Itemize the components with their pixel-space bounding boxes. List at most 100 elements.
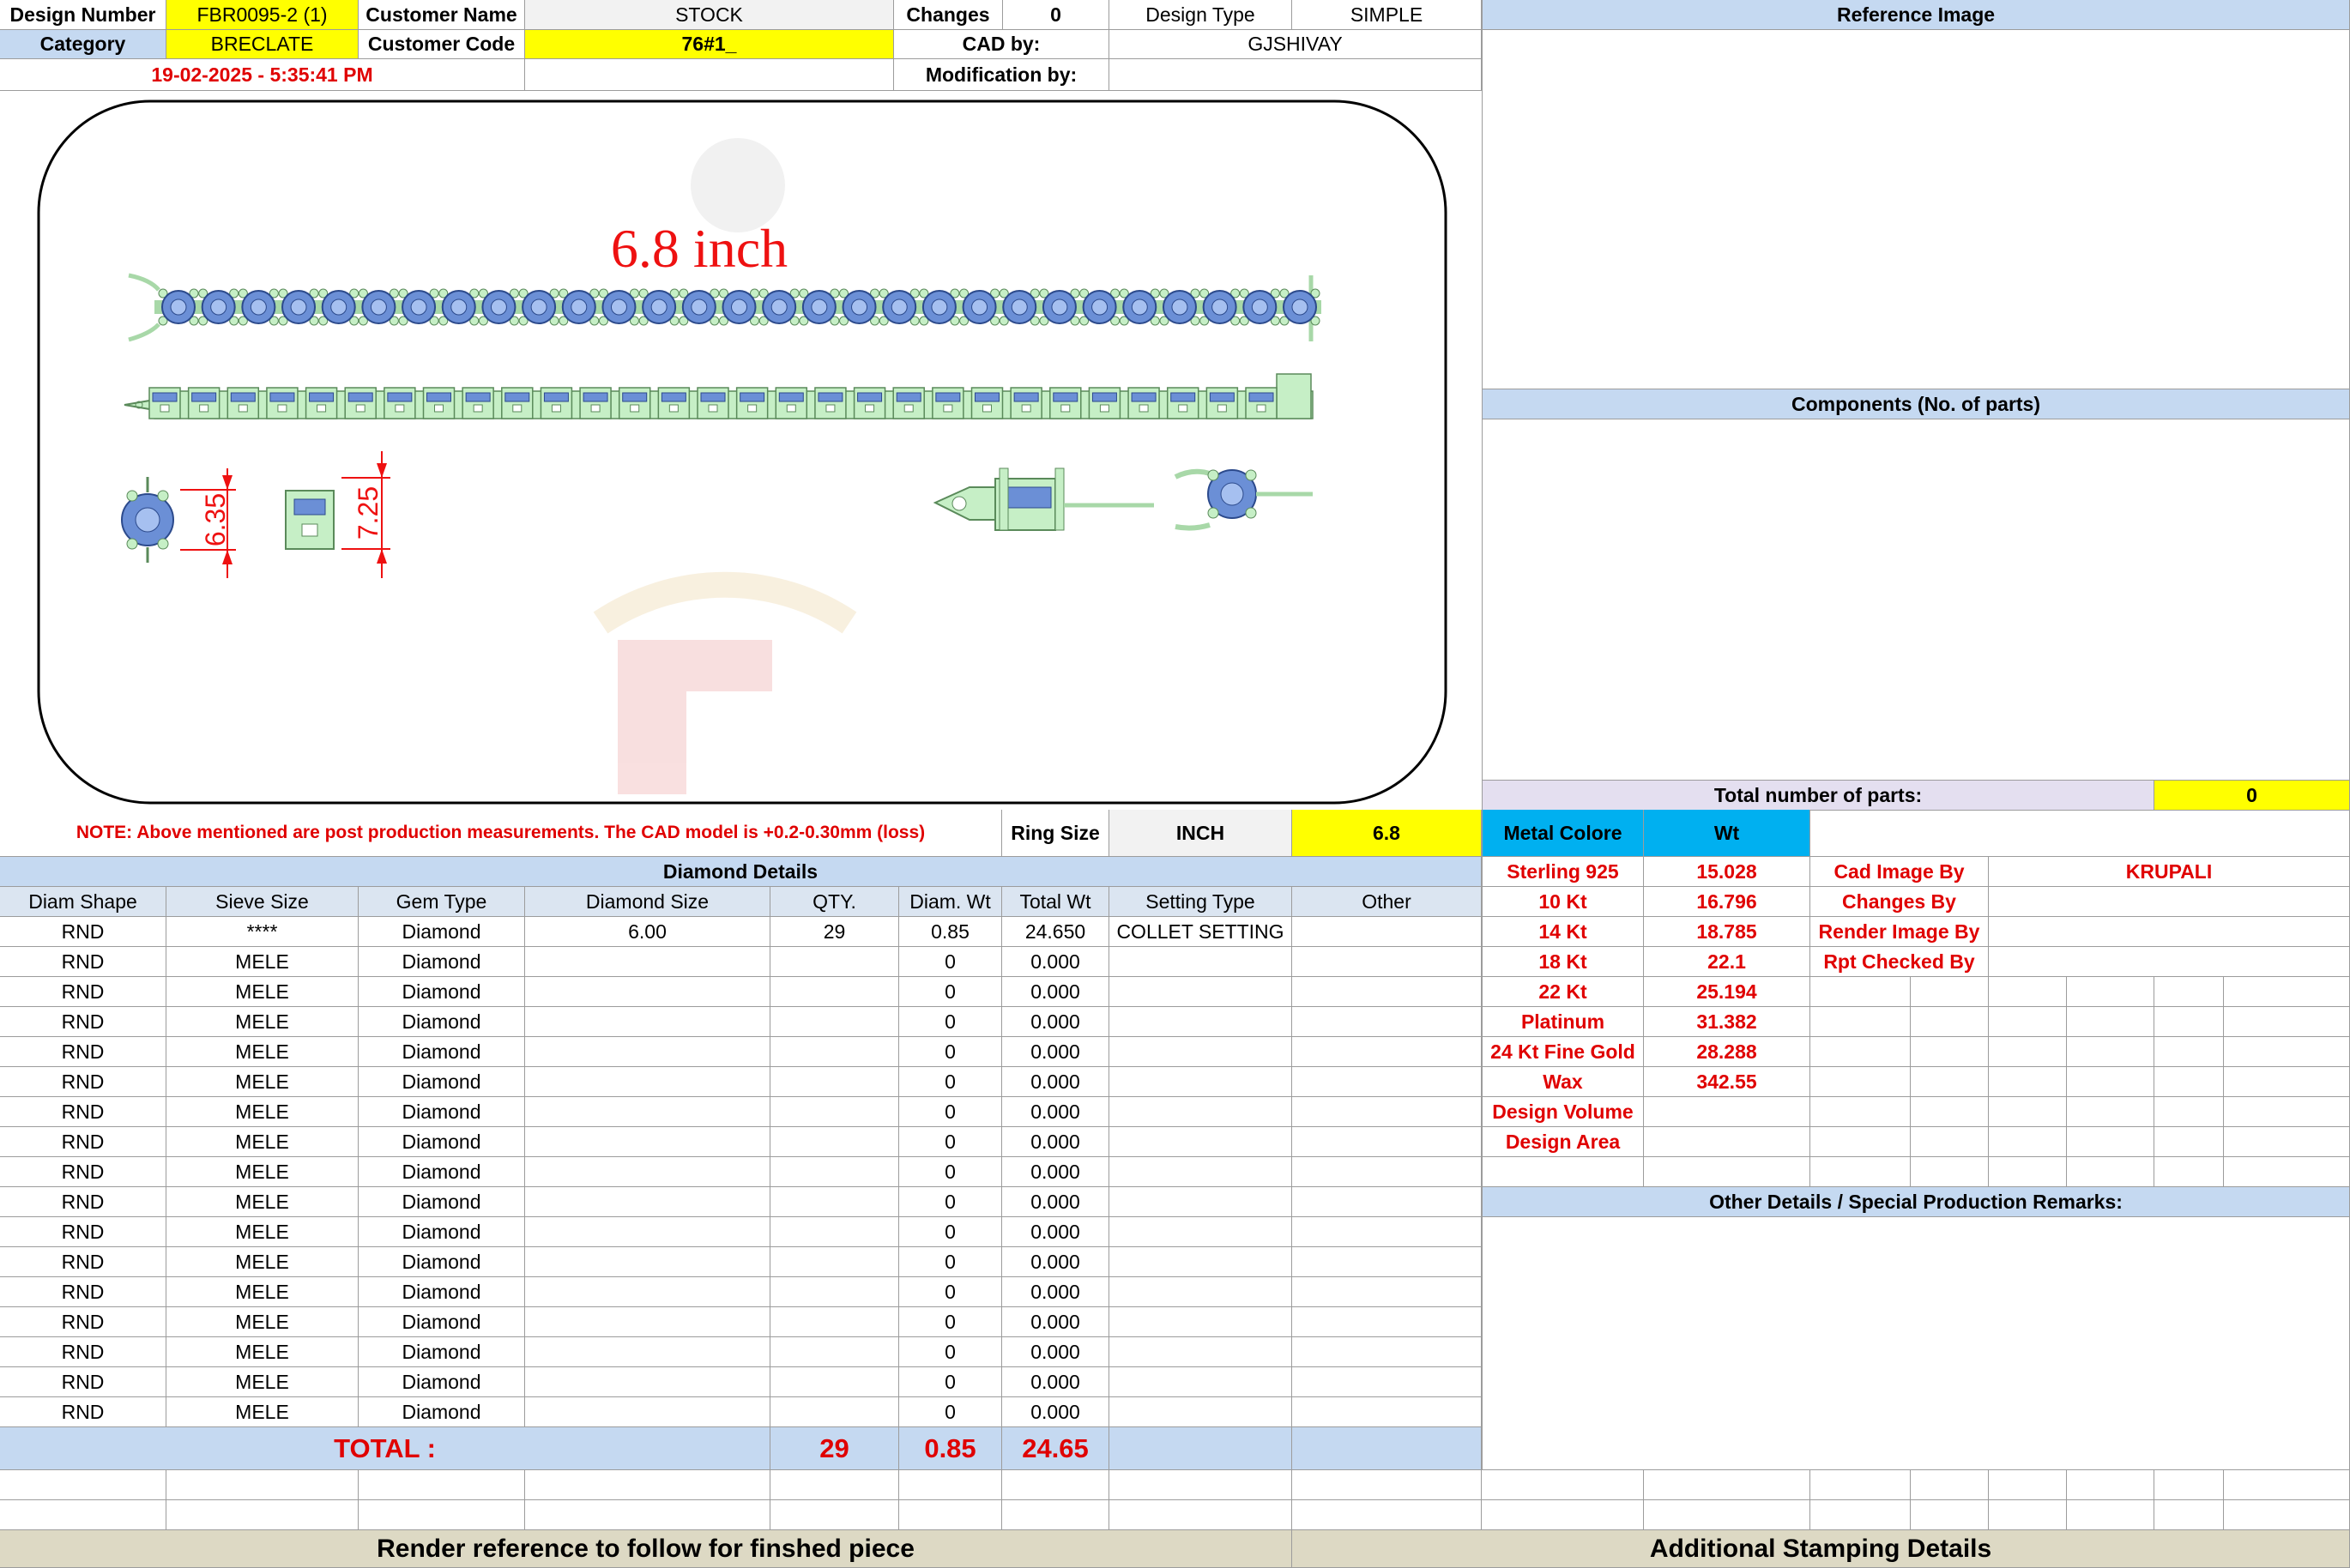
grid-cell[interactable] bbox=[2154, 977, 2224, 1007]
diamond-row-4-sieve-size[interactable]: MELE bbox=[166, 1007, 359, 1037]
diamond-row-6-setting-type[interactable] bbox=[1109, 1067, 1292, 1097]
diamond-row-3-diam-wt[interactable]: 0 bbox=[899, 977, 1002, 1007]
diamond-row-4-total-wt[interactable]: 0.000 bbox=[1002, 1007, 1109, 1037]
modification-by-value[interactable] bbox=[1109, 59, 1482, 91]
diamond-row-3-sieve-size[interactable]: MELE bbox=[166, 977, 359, 1007]
diamond-row-6-total-wt[interactable]: 0.000 bbox=[1002, 1067, 1109, 1097]
diamond-row-11-diam-wt[interactable]: 0 bbox=[899, 1217, 1002, 1247]
diamond-row-17-total-wt[interactable]: 0.000 bbox=[1002, 1397, 1109, 1427]
grid-cell[interactable] bbox=[1989, 1127, 2067, 1157]
cad-by-value[interactable]: GJSHIVAY bbox=[1109, 30, 1482, 59]
diamond-row-2-diam-wt[interactable]: 0 bbox=[899, 947, 1002, 977]
metal-wt-24-kt-fine-gold[interactable]: 28.288 bbox=[1644, 1037, 1810, 1067]
diamond-row-17-sieve-size[interactable]: MELE bbox=[166, 1397, 359, 1427]
blank-cell[interactable] bbox=[2224, 1500, 2350, 1530]
diamond-row-5-other[interactable] bbox=[1292, 1037, 1482, 1067]
grid-cell[interactable] bbox=[2154, 1157, 2224, 1187]
grid-cell[interactable] bbox=[1911, 1067, 1989, 1097]
diamond-row-1-qty[interactable]: 29 bbox=[770, 917, 899, 947]
metal-wt-18-kt[interactable]: 22.1 bbox=[1644, 947, 1810, 977]
grid-cell[interactable] bbox=[1810, 1097, 1911, 1127]
diamond-row-14-sieve-size[interactable]: MELE bbox=[166, 1307, 359, 1337]
diamond-row-4-diam-shape[interactable]: RND bbox=[0, 1007, 166, 1037]
blank-cell[interactable] bbox=[525, 1500, 770, 1530]
blank-cell[interactable] bbox=[1911, 1500, 1989, 1530]
diamond-row-16-other[interactable] bbox=[1292, 1367, 1482, 1397]
blank-cell[interactable] bbox=[1482, 1500, 1644, 1530]
diamond-row-17-qty[interactable] bbox=[770, 1397, 899, 1427]
diamond-row-14-total-wt[interactable]: 0.000 bbox=[1002, 1307, 1109, 1337]
diamond-row-7-qty[interactable] bbox=[770, 1097, 899, 1127]
diamond-row-17-diam-shape[interactable]: RND bbox=[0, 1397, 166, 1427]
diamond-row-9-gem-type[interactable]: Diamond bbox=[359, 1157, 525, 1187]
blank-cell[interactable] bbox=[899, 1470, 1002, 1500]
diamond-row-8-setting-type[interactable] bbox=[1109, 1127, 1292, 1157]
diamond-row-10-qty[interactable] bbox=[770, 1187, 899, 1217]
diamond-row-12-gem-type[interactable]: Diamond bbox=[359, 1247, 525, 1277]
diamond-row-11-gem-type[interactable]: Diamond bbox=[359, 1217, 525, 1247]
diamond-row-7-diam-shape[interactable]: RND bbox=[0, 1097, 166, 1127]
grid-cell[interactable] bbox=[2154, 1007, 2224, 1037]
grid-cell[interactable] bbox=[1810, 1127, 1911, 1157]
blank-cell[interactable] bbox=[1989, 1470, 2067, 1500]
blank-cell[interactable] bbox=[1644, 1500, 1810, 1530]
diamond-row-15-diam-shape[interactable]: RND bbox=[0, 1337, 166, 1367]
grid-cell[interactable] bbox=[2224, 1157, 2350, 1187]
blank-cell[interactable] bbox=[0, 1500, 166, 1530]
diamond-row-13-qty[interactable] bbox=[770, 1277, 899, 1307]
metal-wt-22-kt[interactable]: 25.194 bbox=[1644, 977, 1810, 1007]
diamond-row-15-other[interactable] bbox=[1292, 1337, 1482, 1367]
diamond-row-9-diam-shape[interactable]: RND bbox=[0, 1157, 166, 1187]
diamond-row-8-sieve-size[interactable]: MELE bbox=[166, 1127, 359, 1157]
grid-cell[interactable] bbox=[1911, 1127, 1989, 1157]
grid-cell[interactable] bbox=[1810, 1007, 1911, 1037]
grid-cell[interactable] bbox=[1810, 1037, 1911, 1067]
diamond-row-1-other[interactable] bbox=[1292, 917, 1482, 947]
diamond-row-14-setting-type[interactable] bbox=[1109, 1307, 1292, 1337]
diamond-row-6-qty[interactable] bbox=[770, 1067, 899, 1097]
grid-cell[interactable] bbox=[2067, 1097, 2154, 1127]
ring-size-value[interactable]: 6.8 bbox=[1292, 810, 1482, 857]
diamond-row-1-sieve-size[interactable]: **** bbox=[166, 917, 359, 947]
diamond-row-16-diam-shape[interactable]: RND bbox=[0, 1367, 166, 1397]
diamond-row-1-diam-wt[interactable]: 0.85 bbox=[899, 917, 1002, 947]
diamond-row-6-diam-wt[interactable]: 0 bbox=[899, 1067, 1002, 1097]
diamond-row-15-diamond-size[interactable] bbox=[525, 1337, 770, 1367]
diamond-row-17-gem-type[interactable]: Diamond bbox=[359, 1397, 525, 1427]
grid-cell[interactable] bbox=[1989, 1037, 2067, 1067]
diamond-row-12-other[interactable] bbox=[1292, 1247, 1482, 1277]
diamond-row-7-setting-type[interactable] bbox=[1109, 1097, 1292, 1127]
diamond-row-13-setting-type[interactable] bbox=[1109, 1277, 1292, 1307]
diamond-row-11-other[interactable] bbox=[1292, 1217, 1482, 1247]
diamond-row-10-sieve-size[interactable]: MELE bbox=[166, 1187, 359, 1217]
metal-wt-design-volume[interactable] bbox=[1644, 1097, 1810, 1127]
credit-value-rpt-checked-by[interactable] bbox=[1989, 947, 2350, 977]
blank-cell[interactable] bbox=[770, 1500, 899, 1530]
grid-cell[interactable] bbox=[1911, 1157, 1989, 1187]
diamond-row-8-total-wt[interactable]: 0.000 bbox=[1002, 1127, 1109, 1157]
diamond-row-4-other[interactable] bbox=[1292, 1007, 1482, 1037]
diamond-row-11-qty[interactable] bbox=[770, 1217, 899, 1247]
grid-cell[interactable] bbox=[1989, 1157, 2067, 1187]
blank-cell[interactable] bbox=[359, 1500, 525, 1530]
diamond-row-15-total-wt[interactable]: 0.000 bbox=[1002, 1337, 1109, 1367]
credit-value-render-image-by[interactable] bbox=[1989, 917, 2350, 947]
metal-wt-14-kt[interactable]: 18.785 bbox=[1644, 917, 1810, 947]
blank-cell[interactable] bbox=[166, 1470, 359, 1500]
blank-cell[interactable] bbox=[1482, 1470, 1644, 1500]
grid-cell[interactable] bbox=[1989, 1007, 2067, 1037]
diamond-row-4-gem-type[interactable]: Diamond bbox=[359, 1007, 525, 1037]
diamond-row-5-sieve-size[interactable]: MELE bbox=[166, 1037, 359, 1067]
diamond-row-9-total-wt[interactable]: 0.000 bbox=[1002, 1157, 1109, 1187]
diamond-row-3-diamond-size[interactable] bbox=[525, 977, 770, 1007]
diamond-row-4-diamond-size[interactable] bbox=[525, 1007, 770, 1037]
diamond-row-8-gem-type[interactable]: Diamond bbox=[359, 1127, 525, 1157]
diamond-row-7-diamond-size[interactable] bbox=[525, 1097, 770, 1127]
grid-cell[interactable] bbox=[1911, 1097, 1989, 1127]
grid-cell[interactable] bbox=[2067, 1037, 2154, 1067]
grid-cell[interactable] bbox=[1911, 1007, 1989, 1037]
grid-cell[interactable] bbox=[2224, 1067, 2350, 1097]
diamond-row-14-other[interactable] bbox=[1292, 1307, 1482, 1337]
diamond-row-5-qty[interactable] bbox=[770, 1037, 899, 1067]
grid-cell[interactable] bbox=[1989, 1097, 2067, 1127]
